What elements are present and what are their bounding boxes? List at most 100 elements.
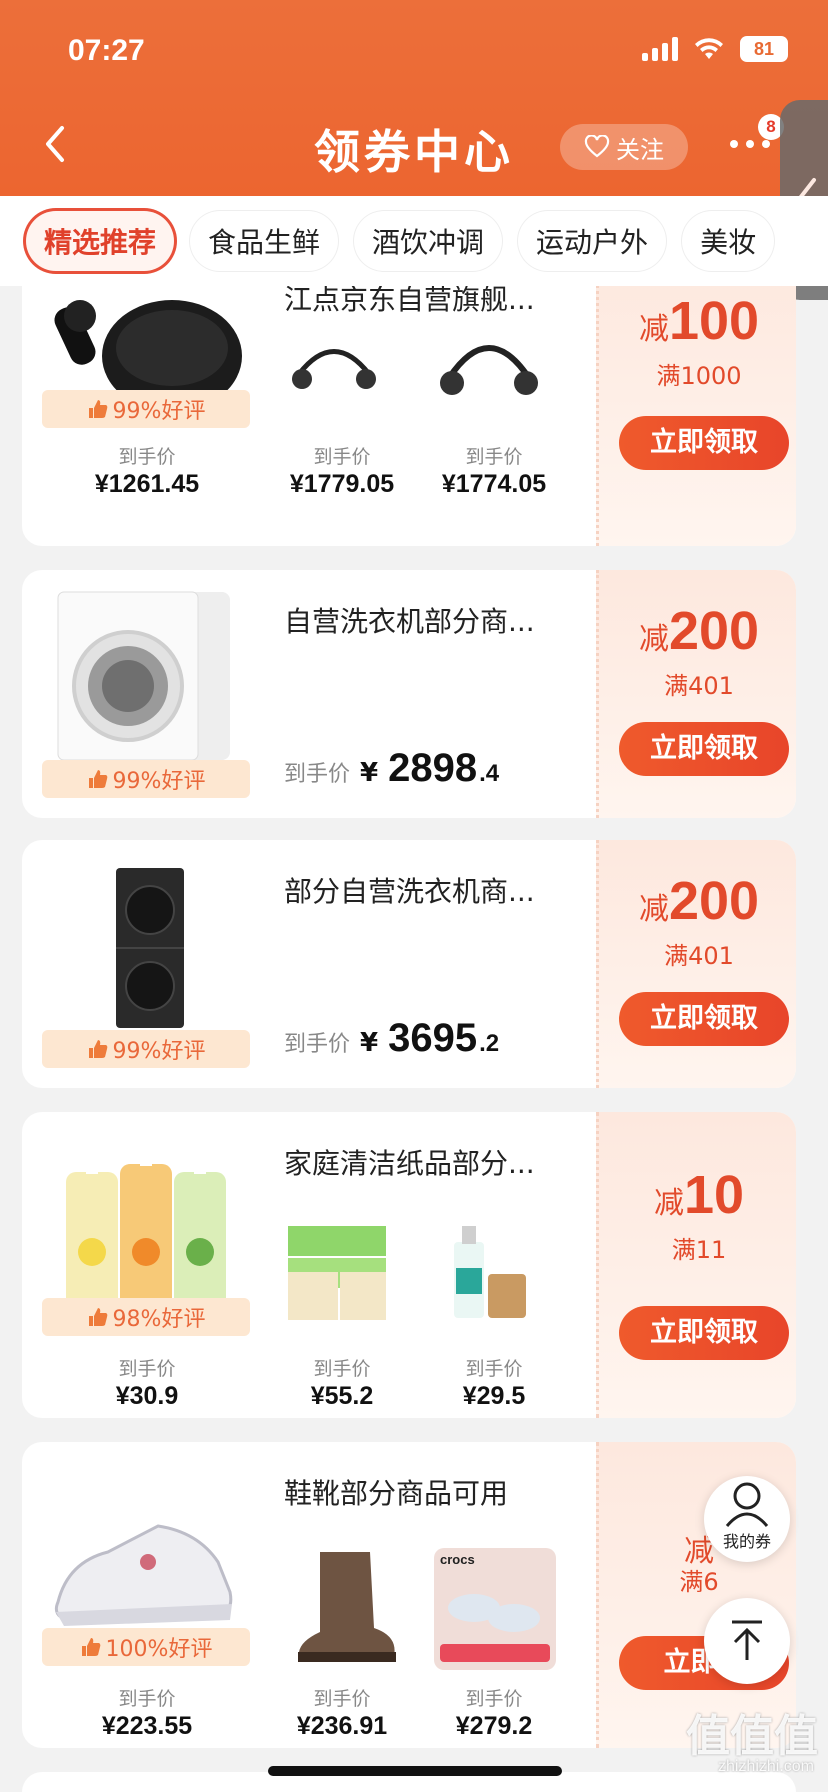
back-to-top-button[interactable] [704, 1598, 790, 1684]
coupon-amount: 减100 [638, 291, 760, 351]
claim-coupon-button[interactable]: 立即领取 [619, 416, 789, 470]
product-price: ¥279.2 [455, 1712, 533, 1740]
product-price: ¥29.5 [462, 1382, 526, 1410]
coupon-card[interactable]: 江点京东自营旗舰... 99%好评 到手价 ¥1261.45 到手价 ¥1779… [22, 286, 796, 546]
price-integer: 2898 [388, 746, 478, 790]
headphones-image [292, 349, 376, 389]
price-label: 到手价 [465, 1688, 523, 1710]
rating-badge: 99%好评 [42, 1030, 250, 1068]
rating-badge: 99%好评 [42, 760, 250, 798]
watermark: 值值值 [686, 1711, 818, 1762]
user-icon [725, 1482, 769, 1527]
coupon-panel: 减200 满401 立即领取 [596, 840, 796, 1088]
price-label: 到手价 [284, 1032, 351, 1057]
follow-button[interactable]: 关注 [560, 124, 688, 170]
final-price: 到手价 ¥ 3695 .2 [284, 1016, 499, 1061]
rating-badge: 100%好评 [42, 1628, 250, 1666]
page-title: 领券中心 [314, 125, 514, 179]
rating-text: 100%好评 [105, 1637, 213, 1662]
card-title: 鞋靴部分商品可用 [284, 1477, 509, 1510]
product-price: ¥55.2 [310, 1382, 374, 1410]
product-price: ¥1779.05 [289, 470, 395, 498]
claim-coupon-button[interactable]: 立即领取 [619, 722, 789, 776]
price-decimal: .4 [479, 760, 500, 787]
shoe-cleaner-image [454, 1226, 526, 1318]
wifi-icon [695, 38, 723, 59]
coupon-amount: 减10 [653, 1165, 745, 1225]
battery-icon: 81 [740, 36, 788, 62]
rating-text: 98%好评 [112, 1307, 206, 1332]
price-currency: ¥ [360, 758, 379, 788]
rating-badge: 98%好评 [42, 1298, 250, 1336]
home-indicator[interactable] [268, 1766, 562, 1776]
my-coupons-button[interactable]: 我的券 [704, 1476, 790, 1562]
arrow-up-icon [732, 1620, 762, 1660]
price-label: 到手价 [465, 1358, 523, 1380]
coupon-panel: 减100 满1000 立即领取 [596, 286, 796, 546]
coupon-amount: 减200 [638, 601, 760, 661]
card-title: 江点京东自营旗舰... [284, 286, 535, 316]
tab-sports[interactable]: 运动户外 [518, 211, 667, 271]
sneaker-image [54, 1524, 233, 1626]
coupon-card[interactable]: 99%好评 自营洗衣机部分商... 到手价 ¥ 2898 .4 减200 满40… [22, 570, 796, 818]
tab-drinks[interactable]: 酒饮冲调 [354, 211, 503, 271]
watermark-url: zhizhizhi.com [717, 1758, 814, 1775]
price-decimal: .2 [479, 1030, 500, 1057]
stacked-washer-dryer-image [116, 868, 184, 1028]
header-bar: 07:27 81 领券中心 关注 8 [0, 0, 828, 196]
coupon-condition: 满401 [664, 942, 734, 970]
product-price: ¥1261.45 [94, 470, 200, 498]
product-price: ¥236.91 [296, 1712, 388, 1740]
card-title: 部分自营洗衣机商... [284, 875, 535, 908]
product-price: ¥223.55 [101, 1712, 193, 1740]
claim-coupon-button[interactable]: 立即领取 [619, 992, 789, 1046]
coupon-condition: 满401 [664, 672, 734, 700]
coupon-card[interactable]: 98%好评 家庭清洁纸品部分... 到手价 ¥30.9 到手价 ¥55.2 到手… [22, 1112, 796, 1418]
product-price: ¥1774.05 [441, 470, 547, 498]
washing-machine-image [57, 591, 230, 761]
coupon-card[interactable]: 99%好评 部分自营洗衣机商... 到手价 ¥ 3695 .2 减200 满40… [22, 840, 796, 1088]
coupon-amount: 减200 [638, 871, 760, 931]
tab-beauty[interactable]: 美妆 [682, 211, 775, 271]
tissue-packs-image [288, 1226, 386, 1320]
tab-food[interactable]: 食品生鲜 [190, 211, 339, 271]
thumbs-up-icon [81, 1638, 100, 1656]
my-coupons-label: 我的券 [722, 1532, 771, 1551]
tab-featured[interactable]: 精选推荐 [26, 211, 175, 271]
final-price: 到手价 ¥ 2898 .4 [284, 746, 499, 791]
product-price: ¥30.9 [115, 1382, 179, 1410]
thumbs-up-icon [88, 400, 107, 418]
price-label: 到手价 [118, 1358, 176, 1380]
rating-text: 99%好评 [112, 399, 206, 424]
thumbs-up-icon [88, 1040, 107, 1058]
clogs-image-box: crocs [434, 1548, 556, 1670]
status-time: 07:27 [68, 34, 145, 67]
heart-plus-icon [584, 135, 610, 158]
thumbs-up-icon [88, 770, 107, 788]
coupon-condition: 满1000 [656, 362, 742, 390]
price-label: 到手价 [313, 1688, 371, 1710]
price-label: 到手价 [313, 1358, 371, 1380]
coupon-condition: 满11 [671, 1236, 727, 1264]
detergent-bottles-image [66, 1144, 226, 1310]
boot-image [298, 1552, 396, 1662]
price-label: 到手价 [284, 762, 351, 787]
coupon-list: 江点京东自营旗舰... 99%好评 到手价 ¥1261.45 到手价 ¥1779… [0, 286, 828, 1792]
category-tabs: 精选推荐 食品生鲜 酒饮冲调 运动户外 美妆 [0, 196, 828, 286]
more-options-icon[interactable] [730, 140, 770, 148]
price-label: 到手价 [118, 446, 176, 468]
rating-badge: 99%好评 [42, 390, 250, 428]
status-icons: 81 [642, 36, 788, 62]
claim-coupon-button[interactable]: 立即领取 [619, 1306, 789, 1360]
price-label: 到手价 [118, 1688, 176, 1710]
price-currency: ¥ [360, 1028, 379, 1058]
rating-text: 99%好评 [112, 769, 206, 794]
headphones-image [440, 345, 538, 395]
thumbs-up-icon [88, 1308, 107, 1326]
coupon-card[interactable]: 鞋靴部分商品可用 100%好评 crocs 到手价 ¥223.55 到手价 ¥2… [22, 1442, 796, 1748]
coupon-panel: 减200 满401 立即领取 [596, 570, 796, 818]
coupon-panel: 减10 满11 立即领取 [596, 1112, 796, 1418]
clogs-icon [440, 1594, 550, 1662]
rating-text: 99%好评 [112, 1039, 206, 1064]
card-title: 家庭清洁纸品部分... [284, 1147, 535, 1180]
